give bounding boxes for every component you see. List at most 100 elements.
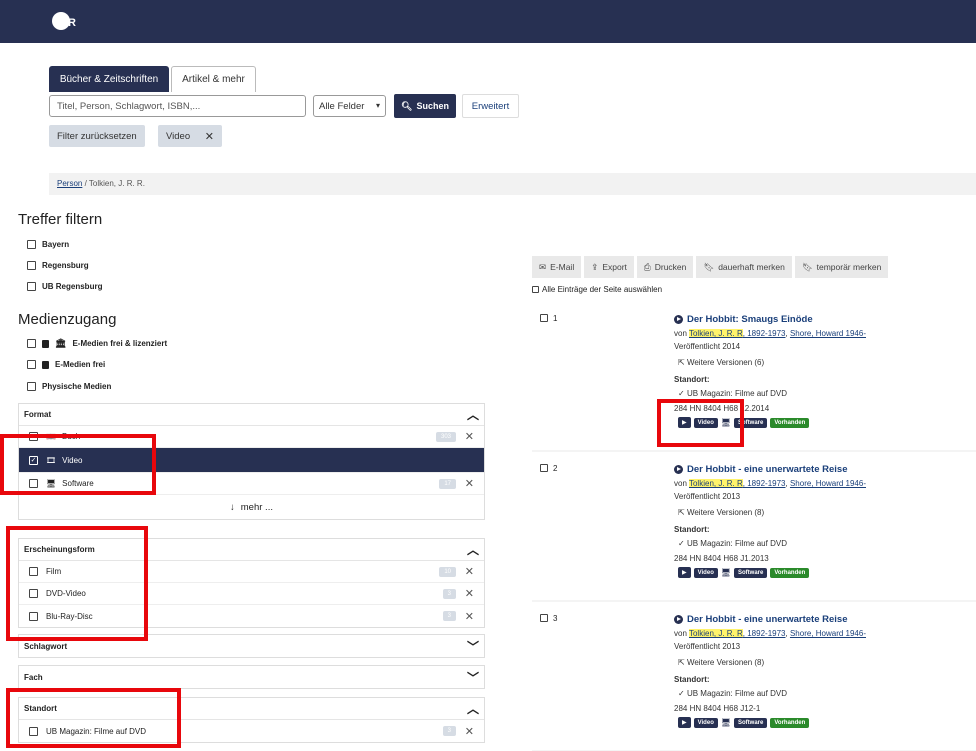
result-number: 3 bbox=[540, 614, 557, 623]
exclude-icon[interactable]: ✕ bbox=[465, 610, 474, 623]
call-number: 284 HN 8404 H68 J12-1 bbox=[674, 704, 761, 713]
result-number: 1 bbox=[540, 314, 557, 323]
filter-location-bayern[interactable]: Bayern bbox=[27, 240, 69, 249]
software-icon: 🖥 bbox=[720, 718, 732, 727]
more-versions-link[interactable]: ⇱ Weitere Versionen (8) bbox=[678, 658, 764, 667]
format-badge: Video bbox=[693, 567, 718, 578]
author-dates[interactable]: , 1892-1973 bbox=[743, 629, 786, 638]
software-icon: 🖥 bbox=[720, 568, 732, 577]
result-title-text: Der Hobbit - eine unerwartete Reise bbox=[687, 614, 848, 625]
more-versions-link[interactable]: ⇱ Weitere Versionen (8) bbox=[678, 508, 764, 517]
exclude-icon[interactable]: ✕ bbox=[465, 430, 474, 443]
author-link[interactable]: Tolkien, J. R. R bbox=[688, 479, 743, 488]
check-icon: ✓ bbox=[678, 389, 685, 398]
select-all-row[interactable]: Alle Einträge der Seite auswählen bbox=[532, 285, 662, 294]
location-label: Standort: bbox=[674, 675, 710, 684]
format-badge: Software bbox=[734, 567, 768, 578]
more-versions-label: Weitere Versionen (6) bbox=[686, 358, 765, 367]
tab-books-journals[interactable]: Bücher & Zeitschriften bbox=[49, 66, 169, 92]
author-dates[interactable]: , 1892-1973 bbox=[743, 479, 786, 488]
filter-access-physical[interactable]: Physische Medien bbox=[27, 382, 111, 391]
save-permanent-button[interactable]: 🔖︎ dauerhaft merken bbox=[696, 256, 792, 278]
result-index: 1 bbox=[553, 314, 558, 323]
lock-icon bbox=[42, 360, 49, 369]
chevron-up-icon: ︿ bbox=[466, 702, 479, 716]
print-button[interactable]: ⎙ Drucken bbox=[636, 256, 694, 278]
exclude-icon[interactable]: ✕ bbox=[465, 477, 474, 490]
checkbox[interactable] bbox=[540, 314, 548, 322]
checkbox[interactable] bbox=[27, 382, 36, 391]
author-link[interactable]: Shore, Howard 1946- bbox=[790, 329, 866, 338]
checkbox[interactable] bbox=[27, 360, 36, 369]
checkbox[interactable] bbox=[27, 261, 36, 270]
facet-title: Format bbox=[24, 410, 52, 419]
format-facet-header[interactable]: Format ︿ bbox=[19, 404, 484, 426]
filter-label: Regensburg bbox=[42, 261, 89, 270]
close-icon[interactable]: ✕ bbox=[205, 130, 214, 143]
result-title[interactable]: Der Hobbit: Smaugs Einöde bbox=[674, 314, 813, 325]
search-button-label: Suchen bbox=[416, 101, 449, 111]
discipline-facet-header[interactable]: Fach ﹀ bbox=[19, 666, 484, 688]
envelope-icon: ✉ bbox=[539, 261, 547, 272]
filter-label: E-Medien frei bbox=[55, 360, 106, 369]
advanced-search-button[interactable]: Erweitert bbox=[462, 94, 519, 118]
result-title[interactable]: Der Hobbit - eine unerwartete Reise bbox=[674, 464, 847, 475]
checkbox[interactable] bbox=[532, 286, 539, 293]
author-link[interactable]: Shore, Howard 1946- bbox=[790, 629, 866, 638]
by-label: von bbox=[674, 329, 687, 338]
filter-location-ub-regensburg[interactable]: UB Regensburg bbox=[27, 282, 102, 291]
facet-count: 17 bbox=[439, 478, 456, 489]
search-field-select[interactable]: Alle Felder ▾ bbox=[313, 95, 386, 117]
result-published: Veröffentlicht 2013 bbox=[674, 642, 741, 651]
checkbox[interactable] bbox=[27, 240, 36, 249]
author-link[interactable]: Shore, Howard 1946- bbox=[790, 479, 866, 488]
top-header: R bbox=[0, 0, 976, 43]
result-published: Veröffentlicht 2014 bbox=[674, 342, 741, 351]
badges: ▶ Video 🖥 Software Vorhanden bbox=[678, 567, 810, 578]
exclude-icon[interactable]: ✕ bbox=[465, 587, 474, 600]
checkbox[interactable] bbox=[540, 464, 548, 472]
location-status: ✓ UB Magazin: Filme auf DVD bbox=[678, 539, 787, 548]
filter-location-regensburg[interactable]: Regensburg bbox=[27, 261, 89, 270]
filter-label: UB Regensburg bbox=[42, 282, 103, 291]
reset-filters-button[interactable]: Filter zurücksetzen bbox=[49, 125, 145, 147]
filter-access-free[interactable]: E-Medien frei bbox=[27, 360, 105, 369]
exclude-icon[interactable]: ✕ bbox=[465, 725, 474, 738]
filter-access-licensed[interactable]: 🏛 E-Medien frei & lizenziert bbox=[27, 338, 167, 349]
checkbox[interactable] bbox=[27, 282, 36, 291]
checkbox[interactable] bbox=[540, 614, 548, 622]
search-button[interactable]: 🔍︎ Suchen bbox=[394, 94, 456, 118]
institution-icon: 🏛 bbox=[55, 338, 67, 348]
availability-badge: Vorhanden bbox=[770, 717, 810, 728]
save-temporary-button[interactable]: 🔖︎ temporär merken bbox=[794, 256, 889, 278]
availability-badge: Vorhanden bbox=[770, 417, 810, 428]
show-more-button[interactable]: ↓ mehr ... bbox=[19, 495, 484, 519]
breadcrumb-separator: / bbox=[84, 179, 87, 188]
email-button[interactable]: ✉ E-Mail bbox=[532, 256, 582, 278]
result-authors: von Tolkien, J. R. R, 1892-1973, Shore, … bbox=[674, 629, 866, 638]
chevron-down-icon: ▾ bbox=[375, 101, 380, 110]
discipline-facet-panel: Fach ﹀ bbox=[18, 665, 485, 689]
availability-badge: Vorhanden bbox=[770, 567, 810, 578]
result-title-text: Der Hobbit: Smaugs Einöde bbox=[687, 314, 813, 325]
author-link[interactable]: Tolkien, J. R. R bbox=[688, 629, 743, 638]
exclude-icon[interactable]: ✕ bbox=[465, 565, 474, 578]
result-title[interactable]: Der Hobbit - eine unerwartete Reise bbox=[674, 614, 847, 625]
location-name: UB Magazin: Filme auf DVD bbox=[686, 539, 787, 548]
author-link[interactable]: Tolkien, J. R. R bbox=[688, 329, 743, 338]
export-button[interactable]: ⇪ Export bbox=[584, 256, 634, 278]
author-separator: , bbox=[785, 479, 788, 488]
more-versions-link[interactable]: ⇱ Weitere Versionen (6) bbox=[678, 358, 764, 367]
location-name: UB Magazin: Filme auf DVD bbox=[686, 389, 787, 398]
tab-articles[interactable]: Artikel & mehr bbox=[171, 66, 256, 92]
search-input[interactable]: Titel, Person, Schlagwort, ISBN,... bbox=[49, 95, 306, 117]
breadcrumb-person-link[interactable]: Person bbox=[57, 179, 82, 188]
active-filter-chip[interactable]: Video ✕ bbox=[158, 125, 222, 147]
location-status: ✓ UB Magazin: Filme auf DVD bbox=[678, 689, 787, 698]
result-index: 2 bbox=[553, 464, 558, 473]
export-label: Export bbox=[602, 262, 627, 272]
facet-title: Fach bbox=[24, 672, 43, 682]
checkbox[interactable] bbox=[27, 339, 36, 348]
facet-count: 3 bbox=[442, 588, 456, 599]
author-dates[interactable]: , 1892-1973 bbox=[743, 329, 786, 338]
